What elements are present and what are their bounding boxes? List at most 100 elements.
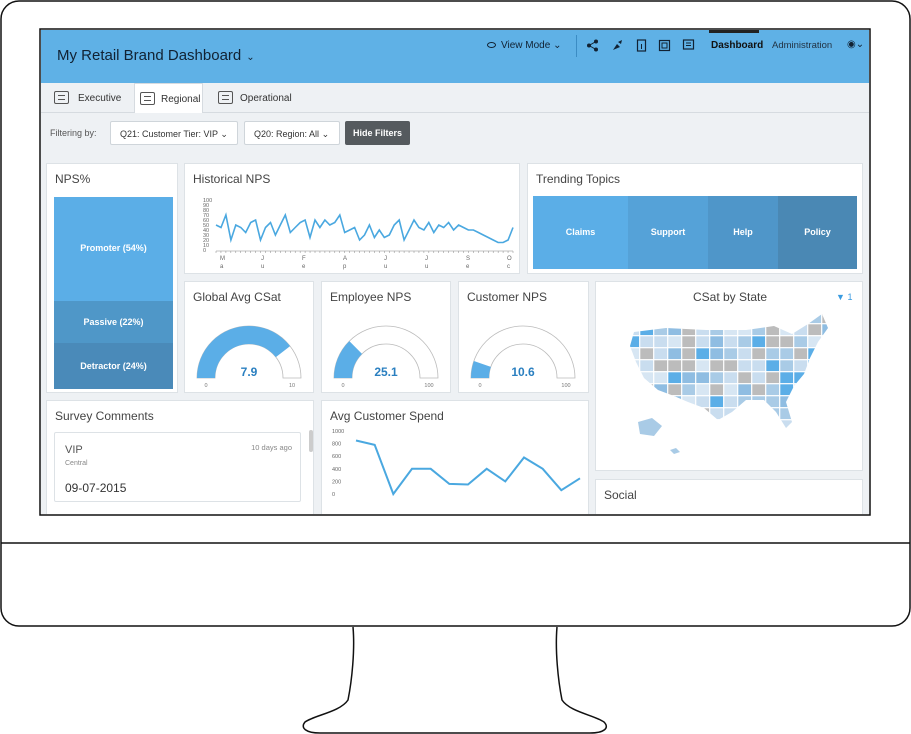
state-region[interactable] (709, 383, 724, 396)
state-region[interactable] (709, 371, 724, 384)
state-region[interactable] (807, 335, 822, 348)
state-region[interactable] (723, 395, 738, 408)
state-region[interactable] (793, 383, 808, 396)
state-region[interactable] (807, 312, 822, 324)
state-region[interactable] (751, 323, 766, 336)
state-region[interactable] (667, 395, 682, 408)
state-region[interactable] (626, 383, 640, 396)
state-region[interactable] (779, 335, 794, 348)
state-region[interactable] (793, 323, 808, 336)
state-region[interactable] (723, 419, 738, 431)
state-region[interactable] (681, 323, 696, 336)
avg-spend-chart[interactable]: 1000 800 600 400 200 0 (322, 401, 590, 514)
state-region[interactable] (639, 335, 654, 348)
state-region[interactable] (765, 395, 780, 408)
state-region[interactable] (667, 419, 682, 431)
state-region[interactable] (779, 383, 794, 396)
state-region[interactable] (807, 359, 822, 372)
state-region[interactable] (695, 395, 710, 408)
state-region[interactable] (779, 347, 794, 360)
user-menu[interactable]: ◉⌄ (847, 39, 864, 50)
hide-filters-button[interactable]: Hide Filters (345, 121, 410, 145)
state-region[interactable] (765, 335, 780, 348)
topic-claims[interactable]: Claims (533, 196, 628, 269)
alaska-state[interactable] (638, 418, 662, 436)
state-region[interactable] (695, 347, 710, 360)
share-icon[interactable] (586, 39, 599, 52)
state-region[interactable] (821, 407, 835, 420)
topic-support[interactable]: Support (628, 196, 708, 269)
state-region[interactable] (639, 371, 654, 384)
topic-help[interactable]: Help (708, 196, 778, 269)
state-region[interactable] (765, 383, 780, 396)
state-region[interactable] (737, 312, 752, 324)
spend-series-line[interactable] (355, 439, 581, 497)
state-region[interactable] (821, 312, 835, 324)
state-region[interactable] (751, 359, 766, 372)
nav-dashboard[interactable]: Dashboard (711, 40, 763, 51)
tab-executive[interactable]: Executive (54, 83, 134, 113)
state-region[interactable] (709, 323, 724, 336)
detractor-segment[interactable]: Detractor (24%) (54, 343, 173, 389)
csat-gauge[interactable]: 7.9 0 10 (185, 282, 315, 394)
state-region[interactable] (765, 312, 780, 324)
state-region[interactable] (681, 335, 696, 348)
state-region[interactable] (667, 371, 682, 384)
state-region[interactable] (821, 419, 835, 431)
state-region[interactable] (667, 407, 682, 420)
comment-item[interactable]: VIP Central 10 days ago 09-07-2015 (54, 432, 301, 502)
filter-customer-tier[interactable]: Q21: Customer Tier: VIP ⌄ (110, 121, 238, 145)
state-region[interactable] (723, 407, 738, 420)
state-region[interactable] (751, 419, 766, 431)
state-region[interactable] (821, 359, 835, 372)
state-region[interactable] (695, 407, 710, 420)
state-region[interactable] (709, 419, 724, 431)
state-region[interactable] (653, 359, 668, 372)
state-region[interactable] (723, 312, 738, 324)
state-region[interactable] (793, 347, 808, 360)
state-region[interactable] (626, 359, 640, 372)
state-region[interactable] (723, 347, 738, 360)
state-region[interactable] (626, 419, 640, 431)
state-region[interactable] (821, 323, 835, 336)
scrollbar[interactable] (309, 430, 313, 452)
state-region[interactable] (653, 347, 668, 360)
state-region[interactable] (737, 395, 752, 408)
state-region[interactable] (765, 359, 780, 372)
fullscreen-icon[interactable] (658, 39, 671, 52)
state-region[interactable] (695, 312, 710, 324)
state-region[interactable] (667, 335, 682, 348)
state-region[interactable] (751, 347, 766, 360)
state-region[interactable] (821, 371, 835, 384)
state-region[interactable] (639, 407, 654, 420)
state-region[interactable] (695, 335, 710, 348)
dashboard-title-dropdown[interactable]: My Retail Brand Dashboard ⌄ (57, 47, 255, 64)
state-region[interactable] (626, 371, 640, 384)
state-region[interactable] (751, 383, 766, 396)
state-region[interactable] (667, 323, 682, 336)
nav-administration[interactable]: Administration (772, 40, 832, 51)
state-region[interactable] (821, 383, 835, 396)
state-region[interactable] (765, 407, 780, 420)
state-region[interactable] (779, 312, 794, 324)
state-region[interactable] (709, 359, 724, 372)
state-region[interactable] (821, 335, 835, 348)
state-region[interactable] (709, 312, 724, 324)
state-region[interactable] (653, 335, 668, 348)
state-region[interactable] (779, 419, 794, 431)
state-region[interactable] (737, 383, 752, 396)
state-region[interactable] (709, 407, 724, 420)
state-region[interactable] (793, 371, 808, 384)
state-region[interactable] (667, 312, 682, 324)
state-region[interactable] (695, 383, 710, 396)
state-region[interactable] (681, 395, 696, 408)
state-region[interactable] (751, 407, 766, 420)
state-region[interactable] (653, 323, 668, 336)
customer-nps-gauge[interactable]: 10.6 0 100 (459, 282, 590, 394)
state-region[interactable] (639, 347, 654, 360)
topic-policy[interactable]: Policy (778, 196, 857, 269)
state-region[interactable] (807, 383, 822, 396)
historical-nps-chart[interactable]: 1009080706050403020100MaJuFeApJuJuSeOc (185, 164, 521, 275)
state-region[interactable] (681, 312, 696, 324)
state-region[interactable] (765, 419, 780, 431)
